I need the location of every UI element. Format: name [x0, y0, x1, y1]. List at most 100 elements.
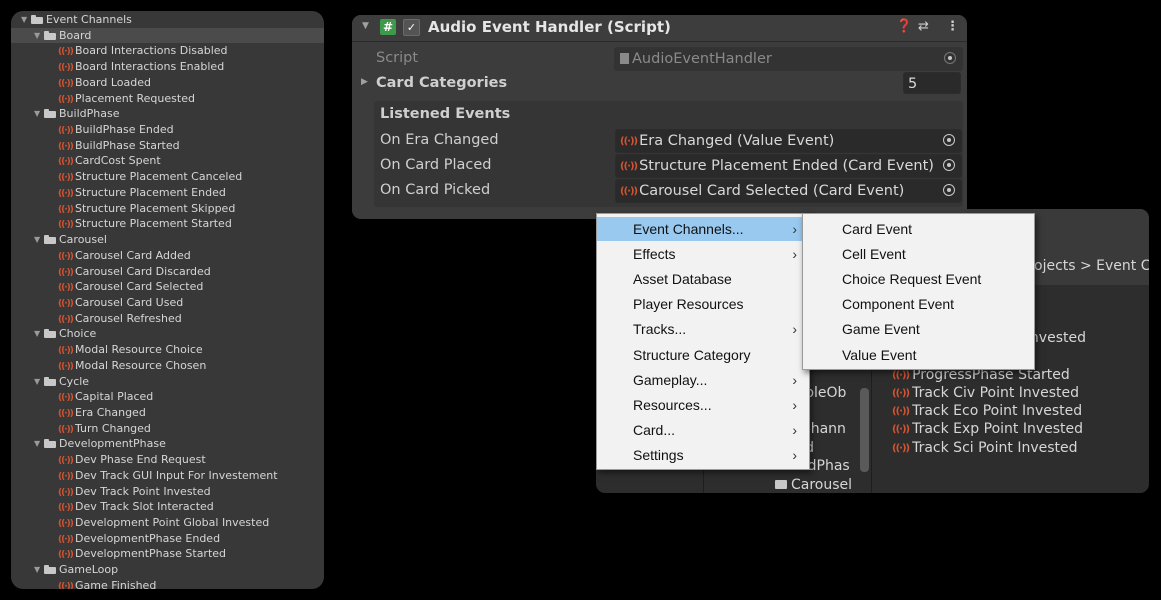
submenu-arrow-icon: › — [792, 221, 797, 237]
object-picker-icon[interactable] — [943, 184, 955, 196]
row-label: CardCost Spent — [75, 154, 161, 168]
event-channel-row[interactable]: ((·)) Capital Placed — [11, 389, 324, 404]
presets-icon[interactable]: ⇄ — [918, 19, 929, 34]
event-channel-row[interactable]: ((·)) Dev Track Slot Interacted — [11, 499, 324, 514]
on-card-picked-field[interactable]: ((·)) Carousel Card Selected (Card Event) — [615, 179, 962, 203]
component-header[interactable]: ▼ # ✓ Audio Event Handler (Script) ❓ ⇄ ⋮ — [352, 15, 967, 42]
asset-list-item[interactable]: ((·)) Track Eco Point Invested — [892, 403, 1082, 419]
event-channel-row[interactable]: ((·)) Placement Requested — [11, 91, 324, 106]
foldout-arrow-icon[interactable]: ▼ — [34, 562, 44, 577]
event-channel-row[interactable]: ((·)) Modal Resource Choice — [11, 342, 324, 357]
submenu-item-game-event[interactable]: Game Event — [803, 317, 1034, 341]
folder-row[interactable]: ▼ DevelopmentPhase — [11, 436, 324, 451]
script-field: AudioEventHandler — [614, 47, 963, 71]
event-channel-row[interactable]: ((·)) Structure Placement Started — [11, 216, 324, 231]
event-channel-row[interactable]: ((·)) CardCost Spent — [11, 153, 324, 168]
folder-open-icon — [44, 376, 56, 386]
menu-item-label: Structure Category — [633, 346, 751, 363]
menu-item-tracks[interactable]: Tracks... › — [597, 317, 809, 341]
asset-label: Track Eco Point Invested — [912, 403, 1083, 419]
event-channel-row[interactable]: ((·)) Modal Resource Chosen — [11, 358, 324, 373]
row-label: Choice — [59, 327, 97, 341]
object-picker-icon[interactable] — [943, 134, 955, 146]
menu-item-card[interactable]: Card... › — [597, 418, 809, 442]
menu-item-settings[interactable]: Settings › — [597, 443, 809, 467]
event-channel-row[interactable]: ((·)) BuildPhase Ended — [11, 122, 324, 137]
row-label: Era Changed — [75, 406, 146, 419]
event-channel-row[interactable]: ((·)) Era Changed — [11, 405, 324, 420]
submenu-item-card-event[interactable]: Card Event — [803, 217, 1034, 241]
event-channel-row[interactable]: ((·)) Carousel Card Selected — [11, 279, 324, 294]
event-channel-row[interactable]: ((·)) Structure Placement Canceled — [11, 169, 324, 184]
card-categories-size-input[interactable]: 5 — [903, 72, 961, 94]
folder-row[interactable]: ▼ Event Channels — [11, 12, 324, 27]
menu-item-effects[interactable]: Effects › — [597, 242, 809, 266]
menu-item-gameplay[interactable]: Gameplay... › — [597, 368, 809, 392]
row-label: BuildPhase — [59, 107, 120, 121]
on-card-placed-field[interactable]: ((·)) Structure Placement Ended (Card Eve… — [615, 154, 962, 178]
menu-item-asset-database[interactable]: Asset Database — [597, 267, 809, 291]
event-channel-row[interactable]: ((·)) DevelopmentPhase Ended — [11, 531, 324, 546]
event-channel-icon: ((·)) — [58, 581, 74, 589]
row-label: Dev Phase End Request — [75, 453, 206, 467]
event-channel-row[interactable]: ((·)) Carousel Card Discarded — [11, 264, 324, 279]
row-label: Modal Resource Chosen — [75, 358, 207, 372]
foldout-arrow-icon[interactable]: ▼ — [34, 28, 44, 43]
event-channel-row[interactable]: ((·)) Board Loaded — [11, 75, 324, 90]
asset-list-item[interactable]: ((·)) Track Civ Point Invested — [892, 385, 1079, 401]
row-label: BuildPhase Started — [75, 138, 180, 152]
folder-row[interactable]: ▼ Choice — [11, 326, 324, 341]
folder-row[interactable]: ▼ BuildPhase — [11, 106, 324, 121]
foldout-arrow-icon[interactable]: ▼ — [362, 21, 369, 31]
foldout-arrow-icon[interactable]: ▼ — [34, 232, 44, 247]
event-channel-row[interactable]: ((·)) Dev Track Point Invested — [11, 484, 324, 499]
menu-item-event-channels[interactable]: Event Channels... › — [597, 217, 809, 241]
foldout-arrow-icon[interactable]: ▶ — [361, 77, 368, 87]
event-channel-row[interactable]: ((·)) Structure Placement Skipped — [11, 201, 324, 216]
submenu-item-value-event[interactable]: Value Event — [803, 343, 1034, 367]
submenu-item-choice-request-event[interactable]: Choice Request Event — [803, 267, 1034, 291]
event-channel-row[interactable]: ((·)) Carousel Card Used — [11, 295, 324, 310]
event-channel-row[interactable]: ((·)) Dev Track GUI Input For Investement — [11, 468, 324, 483]
project-tree-scrollbar[interactable] — [860, 388, 869, 472]
submenu-item-cell-event[interactable]: Cell Event — [803, 242, 1034, 266]
folder-open-icon — [44, 30, 56, 40]
event-channel-row[interactable]: ((·)) BuildPhase Started — [11, 138, 324, 153]
event-channel-row[interactable]: ((·)) Dev Phase End Request — [11, 452, 324, 467]
kebab-menu-icon[interactable]: ⋮ — [946, 19, 959, 34]
enabled-checkbox[interactable]: ✓ — [403, 19, 420, 36]
foldout-arrow-icon[interactable]: ▼ — [34, 436, 44, 451]
menu-item-label: Asset Database — [633, 271, 732, 288]
foldout-arrow-icon[interactable]: ▼ — [34, 374, 44, 389]
project-tree-item[interactable]: Carousel — [775, 477, 852, 493]
foldout-arrow-icon[interactable]: ▼ — [34, 326, 44, 341]
menu-item-player-resources[interactable]: Player Resources — [597, 292, 809, 316]
folder-row[interactable]: ▼ Carousel — [11, 232, 324, 247]
on-era-changed-field[interactable]: ((·)) Era Changed (Value Event) — [615, 129, 962, 153]
menu-item-structure-category[interactable]: Structure Category — [597, 343, 809, 367]
breadcrumb[interactable]: ojects > Event Ch — [1034, 258, 1149, 274]
asset-list-item[interactable]: ((·)) Track Sci Point Invested — [892, 440, 1078, 456]
folder-row[interactable]: ▼ GameLoop — [11, 562, 324, 577]
menu-item-label: Player Resources — [633, 296, 744, 313]
event-channel-row[interactable]: ((·)) Board Interactions Disabled — [11, 43, 324, 58]
event-channel-row[interactable]: ((·)) Carousel Refreshed — [11, 311, 324, 326]
event-channel-row[interactable]: ((·)) Turn Changed — [11, 421, 324, 436]
event-channel-row[interactable]: ((·)) Development Point Global Invested — [11, 515, 324, 530]
folder-row[interactable]: ▼ Cycle — [11, 374, 324, 389]
foldout-arrow-icon[interactable]: ▼ — [21, 12, 31, 27]
event-channel-row[interactable]: ((·)) DevelopmentPhase Started — [11, 546, 324, 561]
foldout-arrow-icon[interactable]: ▼ — [34, 106, 44, 121]
help-icon[interactable]: ❓ — [896, 19, 912, 34]
object-picker-icon[interactable] — [943, 159, 955, 171]
menu-item-resources[interactable]: Resources... › — [597, 393, 809, 417]
event-channel-row[interactable]: ((·)) Game Finished — [11, 578, 324, 589]
event-channel-row[interactable]: ((·)) Board Interactions Enabled — [11, 59, 324, 74]
asset-list-item[interactable]: ((·)) Track Exp Point Invested — [892, 421, 1083, 437]
folder-row[interactable]: ▼ Board — [11, 27, 324, 43]
event-channel-row[interactable]: ((·)) Structure Placement Ended — [11, 185, 324, 200]
inspector-component: ▼ # ✓ Audio Event Handler (Script) ❓ ⇄ ⋮… — [352, 15, 967, 219]
submenu-item-component-event[interactable]: Component Event — [803, 292, 1034, 316]
event-channel-row[interactable]: ((·)) Carousel Card Added — [11, 248, 324, 263]
card-categories-label[interactable]: Card Categories — [376, 75, 507, 91]
